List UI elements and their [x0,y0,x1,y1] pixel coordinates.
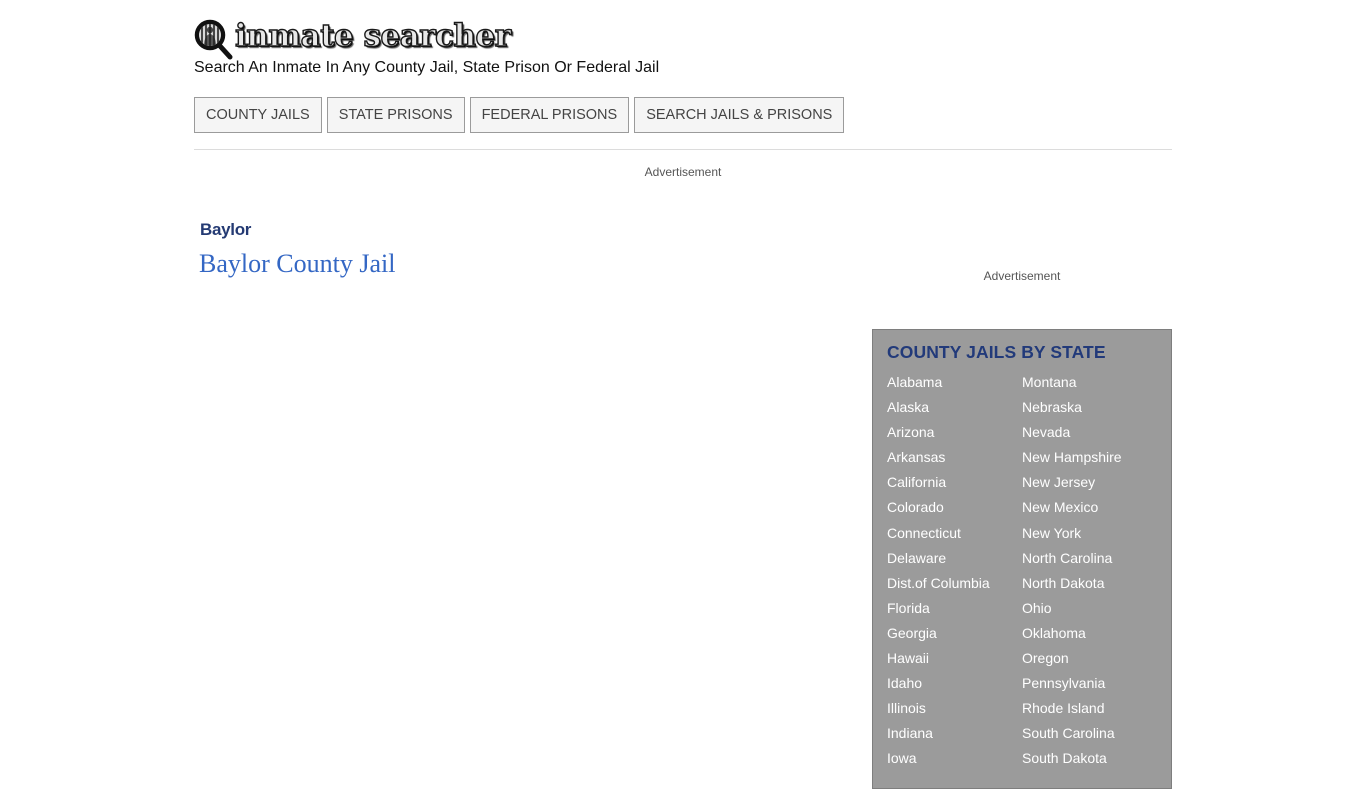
state-link[interactable]: Oregon [1022,650,1122,675]
state-link[interactable]: Alabama [887,374,990,399]
state-link[interactable]: Rhode Island [1022,700,1122,725]
site-logo[interactable]: inmate searcher [194,17,512,60]
state-link[interactable]: Idaho [887,675,990,700]
state-link[interactable]: Ohio [1022,600,1122,625]
state-link[interactable]: New Jersey [1022,474,1122,499]
state-link[interactable]: Hawaii [887,650,990,675]
state-link[interactable]: Oklahoma [1022,625,1122,650]
state-link[interactable]: Connecticut [887,525,990,550]
state-link[interactable]: Arkansas [887,449,990,474]
state-link[interactable]: Georgia [887,625,990,650]
jail-link[interactable]: Baylor County Jail [199,249,395,279]
state-link[interactable]: Pennsylvania [1022,675,1122,700]
state-link[interactable]: Nebraska [1022,399,1122,424]
state-list-right: Montana Nebraska Nevada New Hampshire Ne… [1022,374,1122,776]
county-heading: Baylor [200,220,252,239]
state-link[interactable]: Montana [1022,374,1122,399]
state-link[interactable]: New York [1022,525,1122,550]
state-link[interactable]: North Dakota [1022,575,1122,600]
state-link[interactable]: Alaska [887,399,990,424]
nav-federal-prisons[interactable]: FEDERAL PRISONS [469,97,630,133]
state-link[interactable]: Arizona [887,424,990,449]
header-divider [194,149,1172,150]
state-list-left: Alabama Alaska Arizona Arkansas Californ… [887,374,990,776]
nav-search-jails-prisons[interactable]: SEARCH JAILS & PRISONS [634,97,845,133]
state-link[interactable]: Florida [887,600,990,625]
nav-state-prisons[interactable]: STATE PRISONS [326,97,465,133]
state-link[interactable]: South Carolina [1022,725,1122,750]
state-link[interactable]: Nevada [1022,424,1122,449]
main-nav: COUNTY JAILS STATE PRISONS FEDERAL PRISO… [194,97,845,133]
state-link[interactable]: Delaware [887,550,990,575]
state-link[interactable]: Dist.of Columbia [887,575,990,600]
state-panel-title: COUNTY JAILS BY STATE [887,342,1106,362]
advertisement-label-sidebar: Advertisement [983,269,1061,283]
state-link[interactable]: California [887,474,990,499]
nav-county-jails[interactable]: COUNTY JAILS [194,97,322,133]
state-link[interactable]: Indiana [887,725,990,750]
state-link[interactable]: Iowa [887,750,990,775]
state-link[interactable]: New Hampshire [1022,449,1122,474]
logo-text: inmate searcher [234,17,512,54]
county-jails-by-state-panel: COUNTY JAILS BY STATE Alabama Alaska Ari… [872,329,1172,789]
site-tagline: Search An Inmate In Any County Jail, Sta… [194,59,660,76]
state-link[interactable]: South Dakota [1022,750,1122,775]
magnifier-inmate-icon [194,18,234,60]
state-link[interactable]: North Carolina [1022,550,1122,575]
state-link[interactable]: Colorado [887,499,990,524]
state-link[interactable]: Illinois [887,700,990,725]
advertisement-label-top: Advertisement [644,165,722,179]
state-link[interactable]: New Mexico [1022,499,1122,524]
